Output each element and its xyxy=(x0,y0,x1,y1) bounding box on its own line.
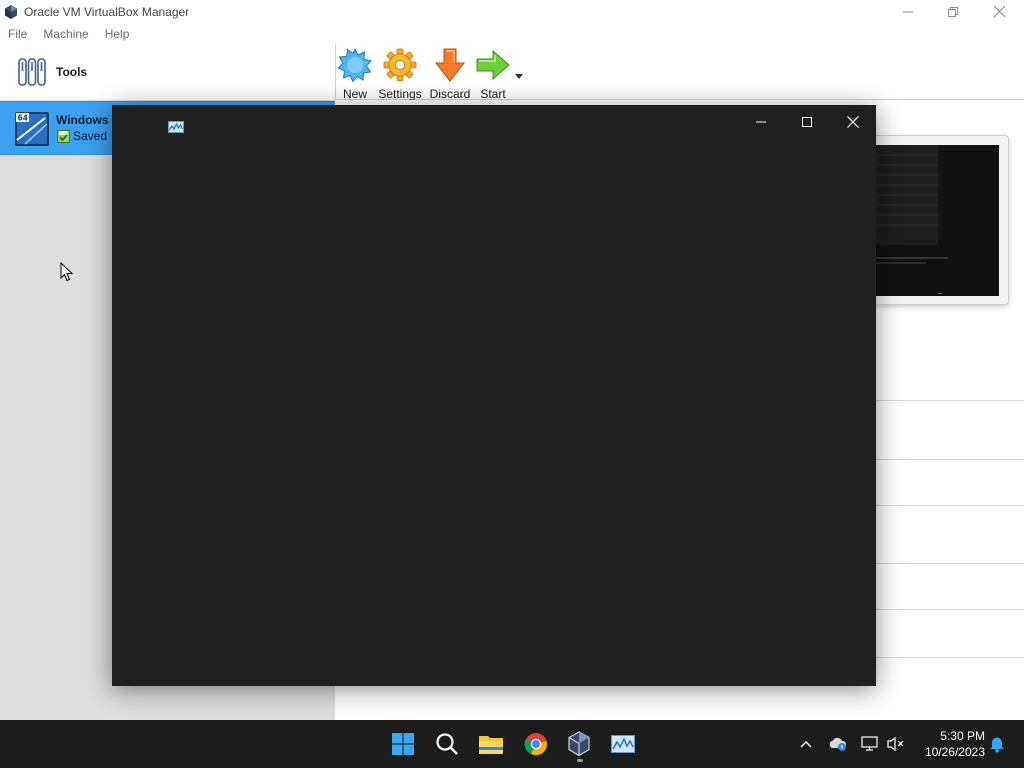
virtualbox-icon xyxy=(2,3,20,21)
taskbar-search-button[interactable] xyxy=(431,728,463,760)
start-menu-button[interactable] xyxy=(387,728,419,760)
discard-label: Discard xyxy=(429,87,471,101)
start-dropdown-icon[interactable] xyxy=(515,68,523,82)
windows-logo-icon xyxy=(392,733,414,755)
system-clock[interactable]: 5:30 PM 10/26/2023 xyxy=(915,728,985,760)
mouse-cursor-icon xyxy=(60,261,74,282)
saved-state-icon xyxy=(57,129,70,143)
details-divider xyxy=(876,563,1024,564)
new-button[interactable]: New xyxy=(332,48,378,101)
virtualbox-taskbar-button[interactable] xyxy=(563,728,595,760)
taskbar: 5:30 PM 10/26/2023 xyxy=(0,720,1024,768)
window-title: Oracle VM VirtualBox Manager xyxy=(24,4,190,19)
gear-icon xyxy=(383,48,417,82)
virtualbox-icon xyxy=(568,731,590,757)
overlay-close-button[interactable] xyxy=(831,108,875,136)
tools-icon xyxy=(16,56,48,88)
new-star-icon xyxy=(338,48,372,82)
start-button[interactable]: Start xyxy=(470,48,516,101)
dark-app-window[interactable] xyxy=(112,105,876,686)
performance-monitor-button[interactable] xyxy=(607,728,639,760)
main-toolbar: New Settings Discard Start xyxy=(332,44,1024,101)
chrome-icon xyxy=(524,733,547,756)
chrome-button[interactable] xyxy=(520,728,552,760)
notification-bell-icon[interactable] xyxy=(987,734,1007,754)
discard-button[interactable]: Discard xyxy=(427,48,473,101)
menu-help[interactable]: Help xyxy=(97,27,138,41)
onedrive-icon[interactable] xyxy=(828,734,848,754)
settings-label: Settings xyxy=(378,87,422,101)
new-label: New xyxy=(342,87,367,101)
folder-icon xyxy=(479,736,503,754)
file-explorer-button[interactable] xyxy=(475,728,507,760)
volume-muted-icon[interactable] xyxy=(886,734,906,754)
discard-arrow-down-icon xyxy=(434,48,466,82)
vm-state: Saved xyxy=(57,129,107,143)
details-divider xyxy=(876,657,1024,658)
network-icon[interactable] xyxy=(860,734,880,754)
vm-preview-screen xyxy=(876,145,999,296)
tools-item[interactable]: Tools xyxy=(0,44,335,100)
performance-graph-icon xyxy=(611,735,635,753)
minimize-button[interactable] xyxy=(885,0,931,23)
windows-os-icon: 64 xyxy=(15,112,49,146)
start-label: Start xyxy=(480,87,506,101)
close-button[interactable] xyxy=(976,0,1022,23)
vm-name: Windows I xyxy=(56,113,116,127)
details-divider xyxy=(876,505,1024,506)
menu-file[interactable]: File xyxy=(0,27,35,41)
active-app-indicator xyxy=(577,759,583,762)
overlay-minimize-button[interactable] xyxy=(739,108,783,136)
performance-graph-icon xyxy=(168,121,184,133)
tools-label: Tools xyxy=(56,65,88,79)
overlay-maximize-button[interactable] xyxy=(785,108,829,136)
details-divider xyxy=(876,459,1024,460)
search-icon xyxy=(436,733,458,755)
restore-button[interactable] xyxy=(930,0,976,23)
vm-state-label: Saved xyxy=(73,129,108,143)
vm-arch-badge: 64 xyxy=(18,114,28,123)
details-divider xyxy=(876,400,1024,401)
menu-machine[interactable]: Machine xyxy=(35,27,96,41)
clock-date: 10/26/2023 xyxy=(924,745,985,759)
settings-button[interactable]: Settings xyxy=(377,48,423,101)
title-bar: Oracle VM VirtualBox Manager xyxy=(0,0,1024,23)
start-arrow-right-icon xyxy=(476,49,510,81)
details-divider xyxy=(876,609,1024,610)
clock-time: 5:30 PM xyxy=(940,729,985,743)
show-hidden-icons-button[interactable] xyxy=(796,734,816,754)
menu-bar: File Machine Help xyxy=(0,23,1024,44)
